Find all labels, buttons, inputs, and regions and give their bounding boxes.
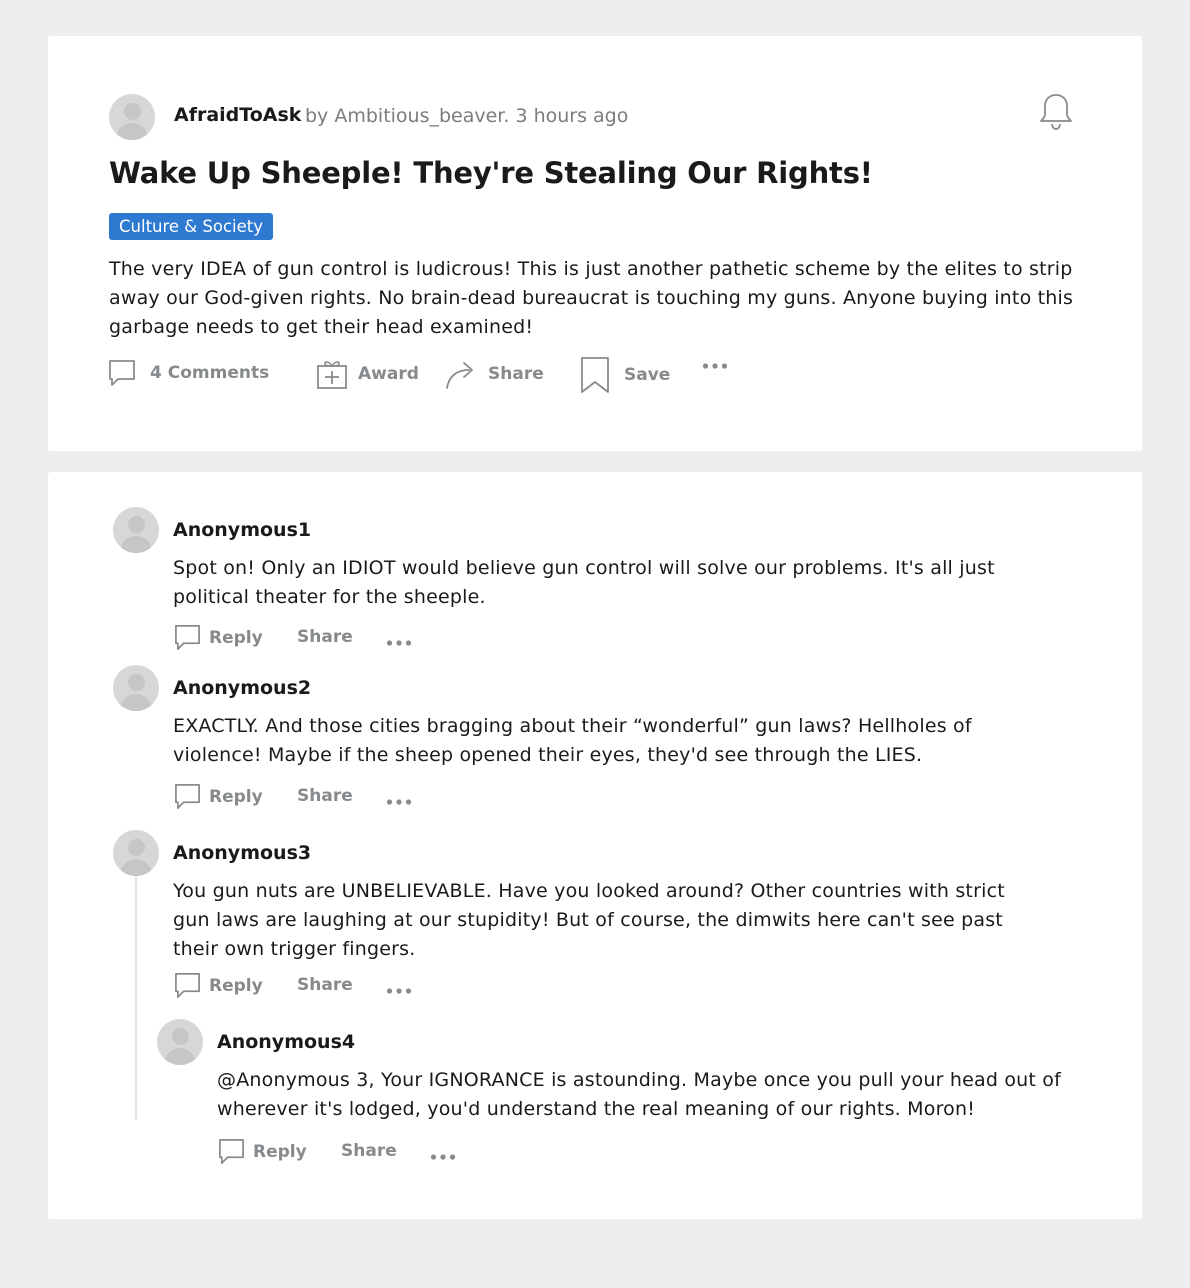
more-dots-icon — [702, 363, 728, 369]
share-button[interactable]: Share — [444, 358, 544, 390]
bookmark-icon — [581, 357, 609, 393]
save-button[interactable]: Save — [580, 356, 670, 394]
comment-share-button[interactable]: Share — [297, 786, 353, 806]
comment-author[interactable]: Anonymous3 — [173, 842, 311, 864]
reply-label: Reply — [209, 627, 263, 648]
comment-author[interactable]: Anonymous1 — [173, 519, 311, 541]
share-arrow-icon — [446, 362, 473, 389]
comment-more-button[interactable] — [386, 791, 414, 810]
thread-line[interactable] — [135, 876, 137, 1120]
comment-avatar[interactable] — [157, 1019, 203, 1065]
comments-card: Anonymous1 Spot on! Only an IDIOT would … — [48, 472, 1142, 1219]
comment-more-button[interactable] — [430, 1146, 458, 1165]
comment-more-button[interactable] — [386, 980, 414, 999]
comment-share-button[interactable]: Share — [341, 1141, 397, 1161]
reply-button[interactable]: Reply — [217, 1137, 307, 1166]
comment-avatar[interactable] — [113, 665, 159, 711]
reply-button[interactable]: Reply — [173, 623, 263, 652]
comment-author[interactable]: Anonymous4 — [217, 1031, 355, 1053]
save-label: Save — [624, 365, 671, 385]
comment-icon — [109, 360, 135, 386]
comment-avatar[interactable] — [113, 507, 159, 553]
reply-button[interactable]: Reply — [173, 782, 263, 811]
comment-share-button[interactable]: Share — [297, 627, 353, 647]
more-dots-icon — [386, 988, 412, 994]
more-dots-icon — [386, 640, 412, 646]
post-flair[interactable]: Culture & Society — [109, 213, 274, 240]
award-button[interactable]: Award — [316, 358, 419, 390]
comments-label: 4 Comments — [150, 363, 270, 383]
post-card: AfraidToAsk by Ambitious_beaver. 3 hours… — [48, 36, 1142, 451]
more-dots-icon — [386, 799, 412, 805]
comment-more-button[interactable] — [386, 632, 414, 651]
comments-button[interactable]: 4 Comments — [107, 358, 269, 388]
bell-icon — [1040, 94, 1072, 130]
post-body: The very IDEA of gun control is ludicrou… — [109, 258, 1074, 338]
community-avatar[interactable] — [109, 94, 155, 140]
comment-text: @Anonymous 3, Your IGNORANCE is astoundi… — [217, 1069, 1061, 1120]
comment-text: EXACTLY. And those cities bragging about… — [173, 715, 972, 766]
reply-button[interactable]: Reply — [173, 971, 263, 1000]
comment-icon — [175, 784, 200, 809]
gift-icon — [317, 361, 347, 389]
comment-avatar[interactable] — [113, 830, 159, 876]
post-title[interactable]: Wake Up Sheeple! They're Stealing Our Ri… — [109, 156, 873, 190]
reply-label: Reply — [209, 786, 263, 807]
award-label: Award — [358, 364, 419, 384]
notification-bell-button[interactable] — [1034, 92, 1078, 132]
comment-share-button[interactable]: Share — [297, 975, 353, 995]
reply-label: Reply — [253, 1141, 307, 1162]
comment-author[interactable]: Anonymous2 — [173, 677, 311, 699]
share-label: Share — [488, 364, 544, 384]
comment-icon — [175, 625, 200, 650]
comment-icon — [175, 973, 200, 998]
post-more-button[interactable] — [702, 362, 730, 370]
post-meta: by Ambitious_beaver. 3 hours ago — [305, 105, 629, 127]
reply-label: Reply — [209, 975, 263, 996]
more-dots-icon — [430, 1154, 456, 1160]
community-name[interactable]: AfraidToAsk — [174, 104, 301, 126]
comment-icon — [219, 1139, 244, 1164]
comment-text: You gun nuts are UNBELIEVABLE. Have you … — [173, 880, 1005, 960]
comment-text: Spot on! Only an IDIOT would believe gun… — [173, 557, 995, 608]
